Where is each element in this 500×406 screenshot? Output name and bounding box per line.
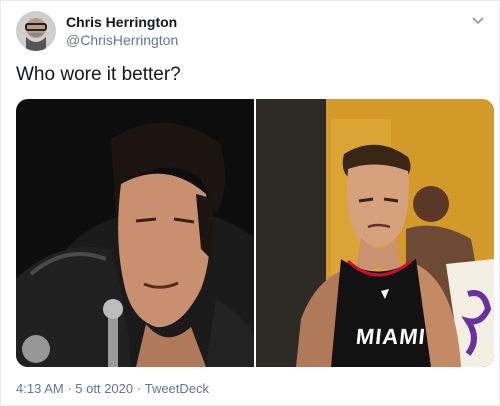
tweet-media[interactable]: MIAMI — [16, 99, 494, 367]
tweet-header: Chris Herrington @ChrisHerrington — [16, 11, 178, 51]
chevron-down-icon[interactable] — [471, 15, 485, 25]
avatar[interactable] — [16, 11, 56, 51]
tweet-date[interactable]: 5 ott 2020 — [75, 381, 133, 396]
author-names: Chris Herrington @ChrisHerrington — [66, 13, 178, 49]
media-left-photo[interactable] — [16, 99, 254, 367]
separator-dot: · — [67, 381, 72, 397]
tweet-meta: 4:13 AM · 5 ott 2020 · TweetDeck — [16, 380, 209, 396]
tweet-time[interactable]: 4:13 AM — [16, 381, 64, 396]
media-right-photo[interactable]: MIAMI — [256, 99, 494, 367]
tweet-card: Chris Herrington @ChrisHerrington Who wo… — [0, 0, 500, 406]
tweet-source[interactable]: TweetDeck — [145, 381, 209, 396]
jersey-text: MIAMI — [354, 324, 428, 349]
author-display-name[interactable]: Chris Herrington — [66, 13, 178, 31]
tweet-text: Who wore it better? — [16, 64, 181, 85]
separator-dot: · — [136, 381, 142, 397]
author-handle[interactable]: @ChrisHerrington — [66, 31, 178, 49]
